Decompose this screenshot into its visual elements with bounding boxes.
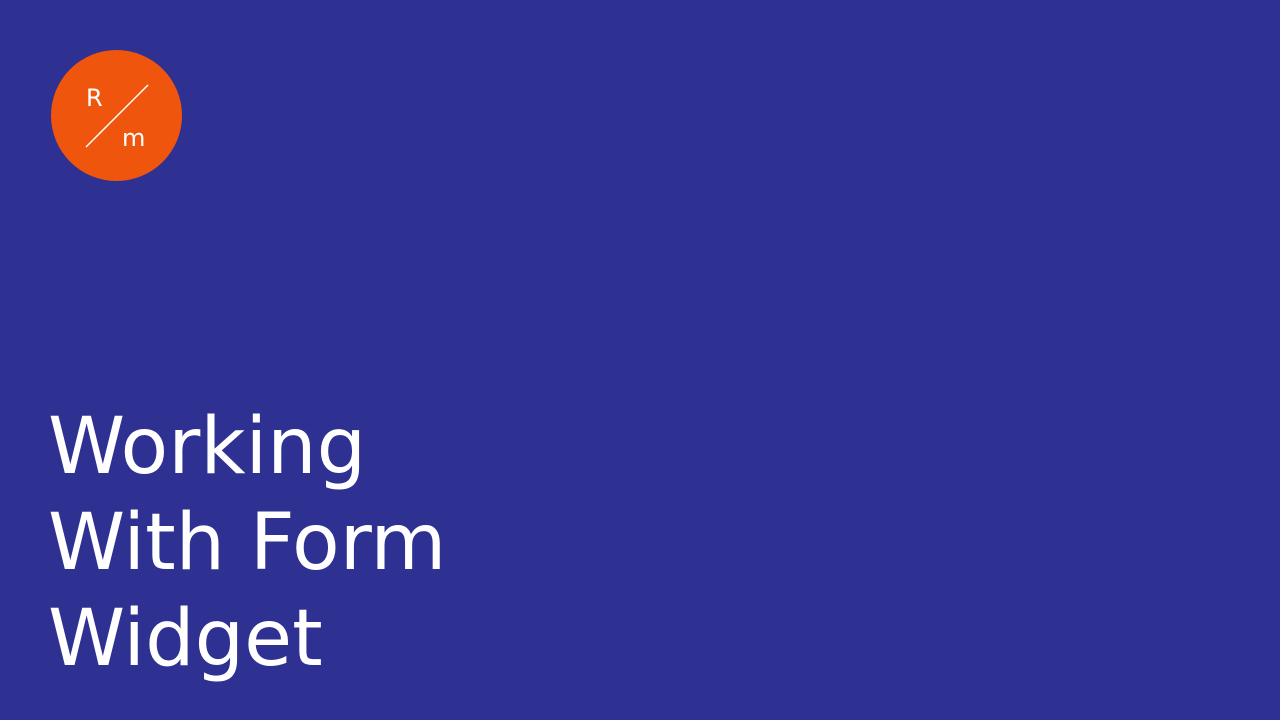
logo: R m <box>51 50 182 181</box>
title-line-3: Widget <box>48 594 323 684</box>
logo-mark-icon: R m <box>85 84 149 152</box>
title-line-1: Working <box>48 402 367 492</box>
title-slide: { "logo": { "name": "rm-logo", "letter_t… <box>0 0 1280 720</box>
logo-letter-bottom: m <box>122 124 145 152</box>
title-line-2: With Form <box>48 498 447 588</box>
logo-letter-top: R <box>86 84 103 112</box>
page-title: Working With Form Widget <box>48 399 446 687</box>
